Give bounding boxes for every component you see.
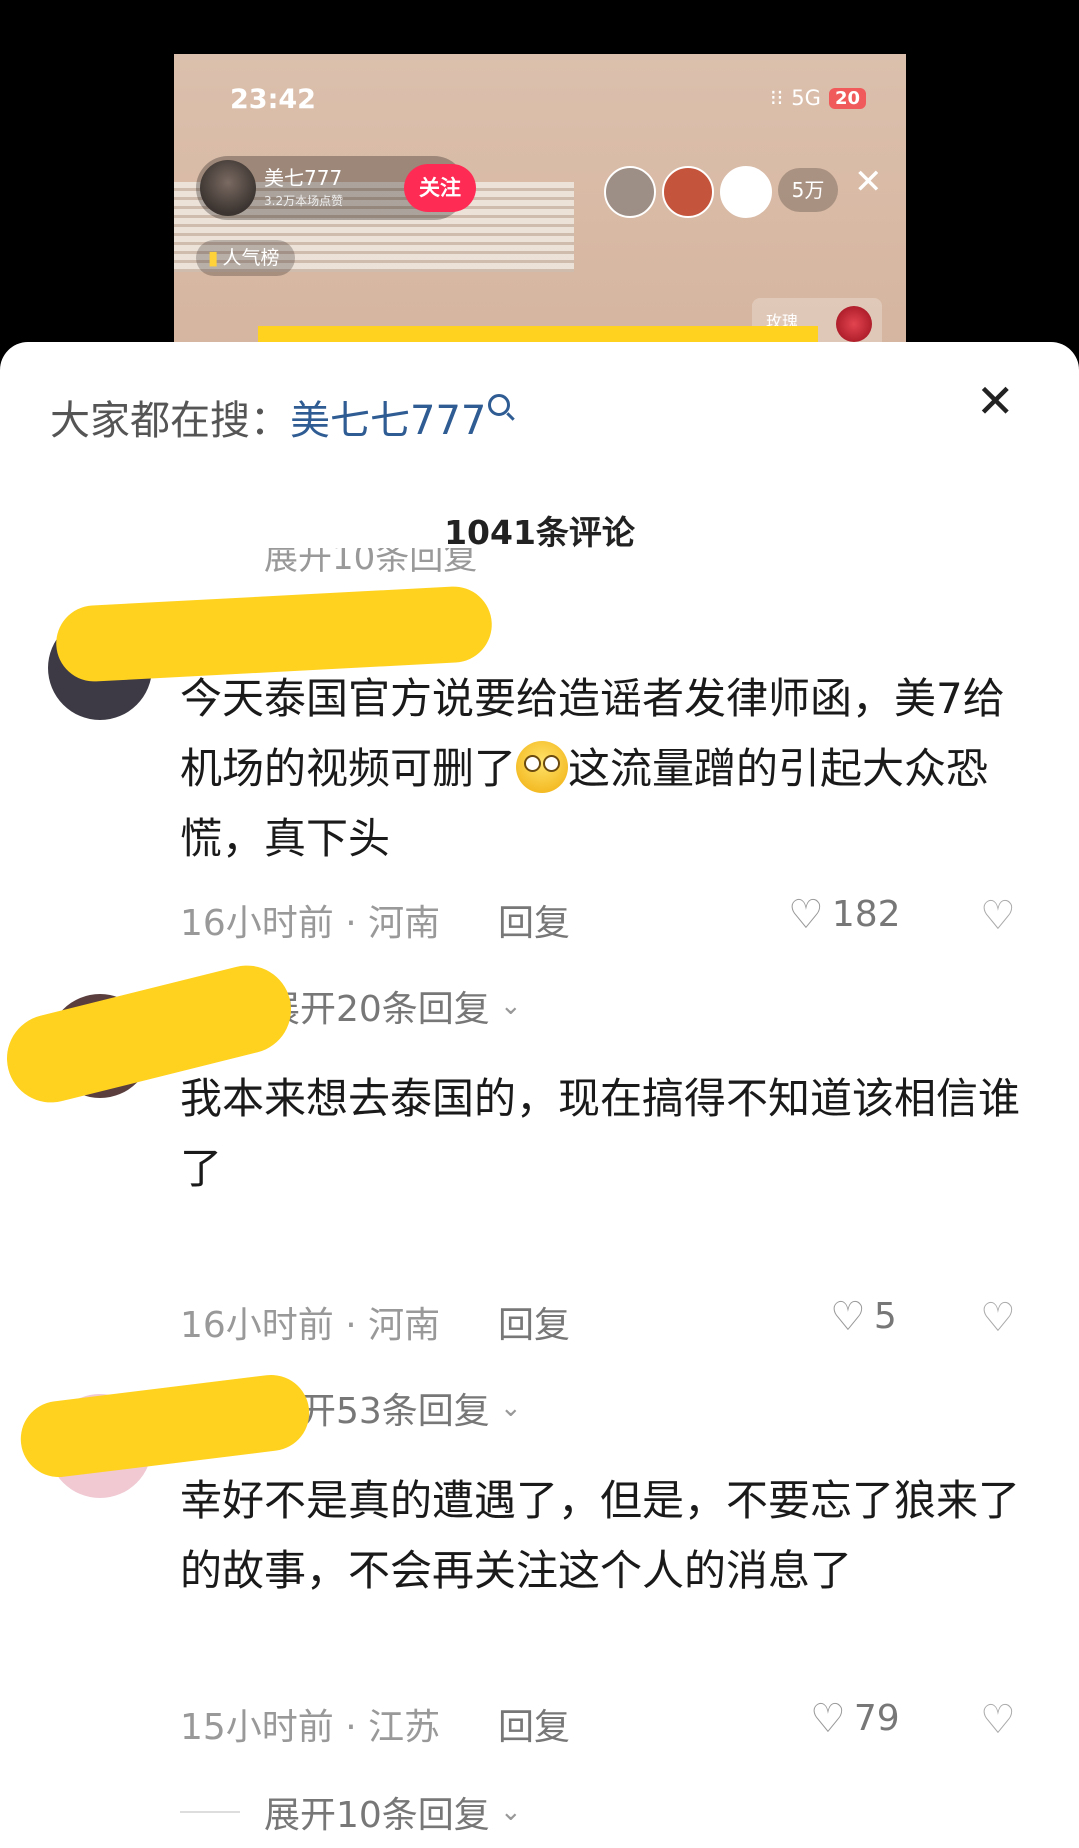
viewer-avatars[interactable] bbox=[604, 166, 772, 218]
broken-heart-icon[interactable]: ♡ bbox=[980, 1298, 1016, 1338]
time-location: 15小时前 · 江苏 bbox=[180, 1707, 441, 1748]
battery-icon: 20 bbox=[828, 87, 866, 109]
rank-label: 人气榜 bbox=[222, 247, 280, 269]
chevron-down-icon: ⌄ bbox=[499, 991, 522, 1021]
broken-heart-icon[interactable]: ♡ bbox=[980, 1700, 1016, 1740]
live-stream-preview: 23:42 ⁝⁝ 5G 20 美七777 3.2万本场点赞 关注 ▮ 人气榜 5万… bbox=[174, 54, 906, 354]
comment-text: 我本来想去泰国的，现在搞得不知道该相信谁了 bbox=[180, 1074, 1021, 1193]
network-label: 5G bbox=[791, 86, 821, 110]
heart-icon[interactable]: ♡ bbox=[810, 1699, 846, 1739]
like-count: 182 bbox=[831, 894, 901, 935]
comment-count-title: 1041条评论 bbox=[444, 513, 635, 552]
comment-text: 今天泰国官方说要给造谣者发律师函，美7给机场的视频可删了 这流量蹭的引起大众恐慌，… bbox=[180, 664, 1020, 874]
host-likes: 3.2万本场点赞 bbox=[264, 194, 344, 208]
like-count: 79 bbox=[853, 1698, 900, 1739]
search-keyword[interactable]: 美七七777 bbox=[290, 398, 486, 444]
host-avatar[interactable] bbox=[200, 160, 256, 216]
status-bar: ⁝⁝ 5G 20 bbox=[770, 86, 866, 110]
redaction-mark bbox=[16, 1370, 314, 1482]
close-icon[interactable]: ✕ bbox=[976, 378, 1015, 424]
expand-label: 展开20条回复 bbox=[264, 989, 490, 1030]
status-time: 23:42 bbox=[230, 84, 316, 115]
reply-button[interactable]: 回复 bbox=[498, 894, 570, 946]
comment-sheet: 大家都在搜：美七七777 ✕ 1041条评论 展开10条回复 今天泰国官方说要给… bbox=[0, 342, 1079, 1848]
chevron-down-icon: ⌄ bbox=[499, 1797, 522, 1827]
time-location: 16小时前 · 河南 bbox=[180, 1305, 441, 1346]
chevron-down-icon: ⌄ bbox=[499, 1393, 522, 1423]
viewer-avatar[interactable] bbox=[720, 166, 772, 218]
broken-heart-icon[interactable]: ♡ bbox=[980, 896, 1016, 936]
divider bbox=[180, 1811, 240, 1813]
expand-replies-partial[interactable]: 展开10条回复 bbox=[264, 548, 477, 578]
bar-chart-icon: ▮ bbox=[208, 247, 219, 269]
like-button[interactable]: ♡ 5 bbox=[830, 1296, 897, 1337]
rose-icon bbox=[836, 306, 872, 342]
shy-emoji-icon bbox=[516, 741, 569, 793]
search-prefix: 大家都在搜： bbox=[50, 398, 290, 444]
time-location: 16小时前 · 河南 bbox=[180, 903, 441, 944]
comment-meta: 15小时前 · 江苏 回复 ♡ 79 ♡ bbox=[180, 1698, 1040, 1748]
heart-icon[interactable]: ♡ bbox=[788, 895, 824, 935]
expand-replies-button[interactable]: 展开10条回复 ⌄ bbox=[180, 1786, 522, 1838]
comment-meta: 16小时前 · 河南 回复 ♡ 182 ♡ bbox=[180, 894, 1040, 944]
reply-button[interactable]: 回复 bbox=[498, 1296, 570, 1348]
comment-meta: 16小时前 · 河南 回复 ♡ 5 ♡ bbox=[180, 1296, 1040, 1346]
heart-icon[interactable]: ♡ bbox=[830, 1297, 866, 1337]
trending-search[interactable]: 大家都在搜：美七七777 bbox=[50, 388, 511, 446]
like-button[interactable]: ♡ 79 bbox=[810, 1698, 900, 1739]
follow-button[interactable]: 关注 bbox=[404, 164, 476, 212]
search-icon[interactable] bbox=[488, 394, 511, 416]
popularity-rank-button[interactable]: ▮ 人气榜 bbox=[196, 240, 296, 276]
viewer-avatar[interactable] bbox=[604, 166, 656, 218]
reply-button[interactable]: 回复 bbox=[498, 1698, 570, 1750]
close-icon[interactable]: ✕ bbox=[854, 162, 883, 202]
viewer-count[interactable]: 5万 bbox=[778, 168, 838, 212]
expand-label: 展开10条回复 bbox=[264, 1795, 490, 1836]
viewer-avatar[interactable] bbox=[662, 166, 714, 218]
like-button[interactable]: ♡ 182 bbox=[788, 894, 901, 935]
comment-text: 幸好不是真的遭遇了，但是，不要忘了狼来了的故事，不会再关注这个人的消息了 bbox=[180, 1476, 1021, 1595]
signal-icon: ⁝⁝ bbox=[769, 86, 784, 110]
host-name: 美七777 bbox=[264, 166, 343, 190]
host-info[interactable]: 美七777 3.2万本场点赞 关注 bbox=[196, 156, 476, 220]
like-count: 5 bbox=[873, 1296, 897, 1337]
